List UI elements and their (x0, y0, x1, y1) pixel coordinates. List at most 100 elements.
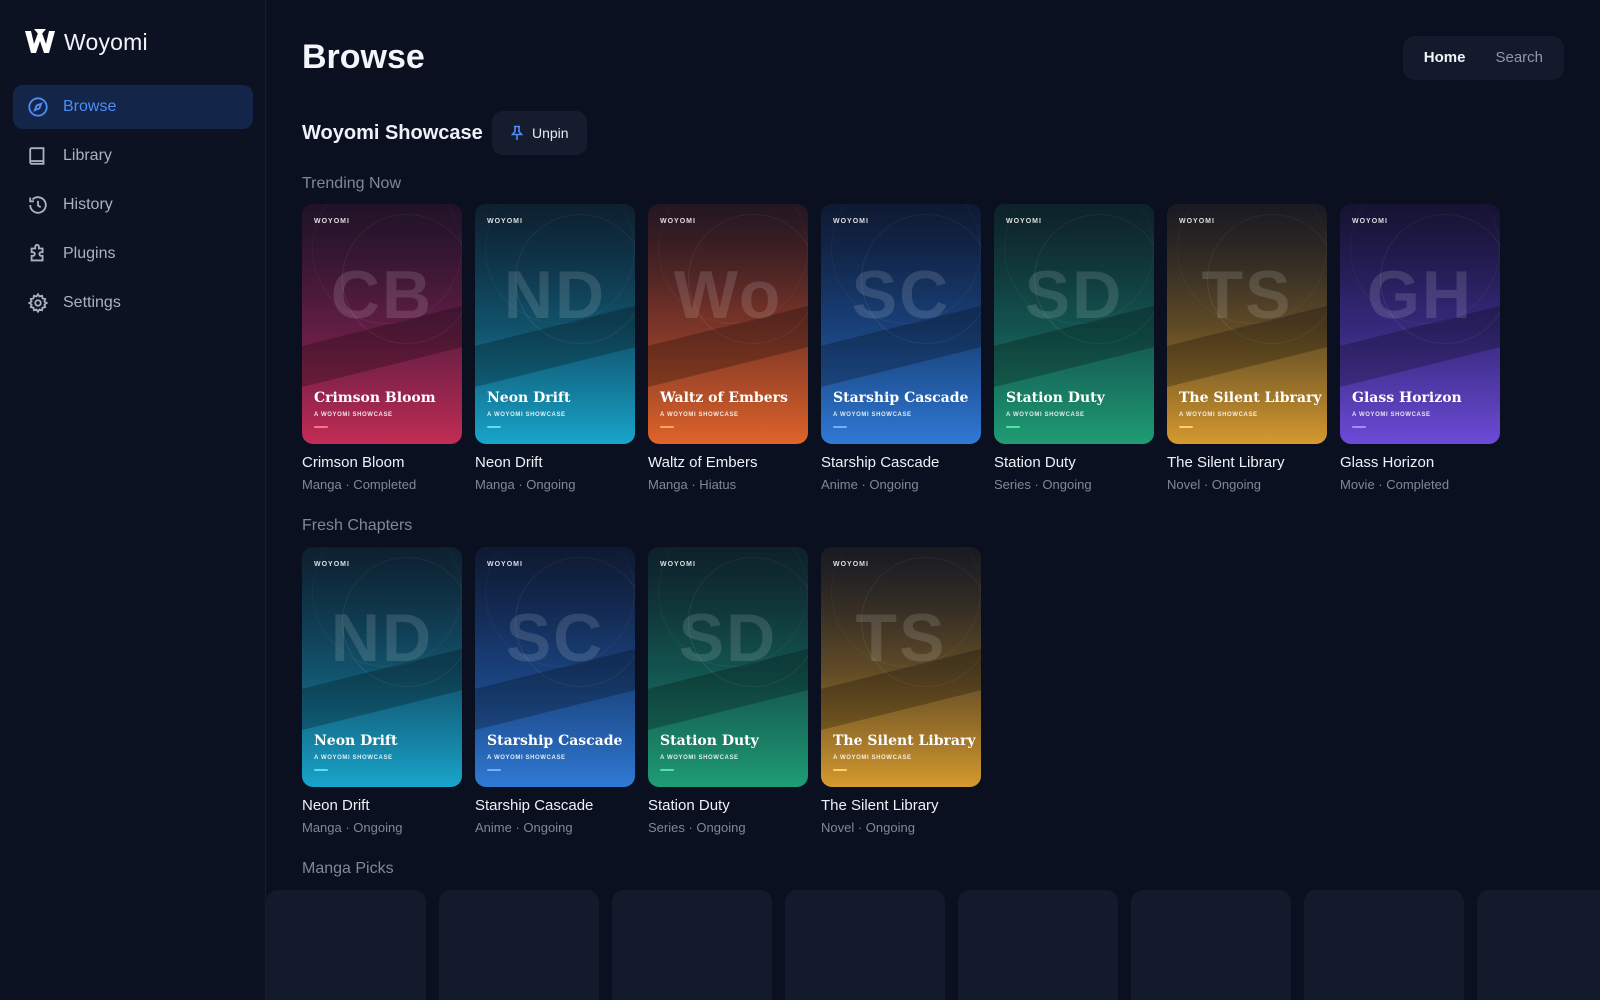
skeleton-card (439, 890, 599, 1000)
puzzle-icon (30, 243, 44, 262)
cover-brand: WOYOMI (487, 218, 523, 225)
cover-brand: WOYOMI (487, 561, 523, 568)
unpin-button[interactable]: Unpin (492, 111, 587, 155)
skeleton-card (612, 890, 772, 1000)
cover-image: WOYOMI ND Neon Drift A WOYOMI SHOWCASE (302, 547, 462, 787)
book-icon (29, 147, 45, 165)
card-title: Station Duty (994, 454, 1076, 471)
cover-brand: WOYOMI (1352, 218, 1388, 225)
section-label-trending: Trending Now (302, 175, 402, 192)
pin-icon (510, 125, 524, 140)
cover-title: Crimson Bloom (314, 390, 436, 406)
row-trending: WOYOMI CB Crimson Bloom A WOYOMI SHOWCASE Cr… (302, 204, 1500, 492)
card-meta: Anime · Ongoing (475, 820, 573, 835)
cover-image: WOYOMI CB Crimson Bloom A WOYOMI SHOWCASE (302, 204, 462, 444)
history-icon (29, 196, 47, 214)
sidebar-item-settings[interactable]: Settings (13, 281, 253, 325)
cover-monogram: Wo (673, 257, 783, 333)
card-meta: Manga · Hiatus (648, 477, 737, 492)
cover-title: Starship Cascade (833, 390, 969, 406)
skeleton-card (1304, 890, 1464, 1000)
app-logo[interactable]: Woyomi (24, 28, 148, 56)
media-card[interactable]: WOYOMI SD Station Duty A WOYOMI SHOWCASE Sta… (648, 547, 808, 835)
media-card[interactable]: WOYOMI CB Crimson Bloom A WOYOMI SHOWCASE Cr… (302, 204, 462, 492)
cover-brand: WOYOMI (314, 561, 350, 568)
sidebar-item-label: History (63, 196, 113, 213)
cover-monogram: ND (330, 600, 434, 676)
cover-accent-line (660, 769, 674, 771)
skeleton-card (266, 890, 426, 1000)
cover-monogram: TS (855, 600, 947, 676)
cover-brand: WOYOMI (660, 561, 696, 568)
cover-accent-line (487, 769, 501, 771)
sidebar-nav: Browse Library History Plugins Settings (13, 85, 253, 330)
sidebar-item-browse[interactable]: Browse (13, 85, 253, 129)
cover-title: The Silent Library (833, 733, 976, 749)
row-fresh: WOYOMI ND Neon Drift A WOYOMI SHOWCASE Neon … (302, 547, 981, 835)
cover-image: WOYOMI ND Neon Drift A WOYOMI SHOWCASE (475, 204, 635, 444)
media-card[interactable]: WOYOMI ND Neon Drift A WOYOMI SHOWCASE Neon … (302, 547, 462, 835)
cover-accent-line (1006, 426, 1020, 428)
cover-monogram: SC (505, 600, 605, 676)
cover-image: WOYOMI TS The Silent Library A WOYOMI SHOWC… (821, 547, 981, 787)
sidebar-item-label: Settings (63, 294, 121, 311)
sidebar-item-history[interactable]: History (13, 183, 253, 227)
card-meta: Manga · Ongoing (302, 820, 403, 835)
cover-monogram: GH (1367, 257, 1473, 333)
cover-title: The Silent Library (1179, 390, 1322, 406)
cover-accent-line (833, 769, 847, 771)
section-label-manga-picks: Manga Picks (302, 860, 394, 877)
skeleton-card (1131, 890, 1291, 1000)
card-title: Neon Drift (475, 454, 543, 471)
media-card[interactable]: WOYOMI SC Starship Cascade A WOYOMI SHOWCAS… (475, 547, 635, 835)
card-meta: Series · Ongoing (994, 477, 1092, 492)
cover-monogram: CB (330, 257, 434, 333)
unpin-label: Unpin (532, 125, 569, 141)
cover-title: Neon Drift (314, 733, 398, 749)
cover-monogram: TS (1201, 257, 1293, 333)
compass-icon (28, 97, 48, 117)
cover-brand: WOYOMI (1006, 218, 1042, 225)
card-title: The Silent Library (1167, 454, 1285, 471)
card-meta: Series · Ongoing (648, 820, 746, 835)
cover-image: WOYOMI SD Station Duty A WOYOMI SHOWCASE (994, 204, 1154, 444)
media-card[interactable]: WOYOMI SD Station Duty A WOYOMI SHOWCASE Sta… (994, 204, 1154, 492)
section-label-fresh: Fresh Chapters (302, 517, 413, 534)
card-title: Station Duty (648, 797, 730, 814)
media-card[interactable]: WOYOMI TS The Silent Library A WOYOMI SHOWC… (1167, 204, 1327, 492)
page-title: Browse (302, 38, 425, 76)
cover-monogram: SC (851, 257, 951, 333)
tab-home[interactable]: Home (1409, 36, 1481, 80)
cover-title: Glass Horizon (1352, 390, 1462, 406)
cover-accent-line (487, 426, 501, 428)
cover-brand: WOYOMI (314, 218, 350, 225)
media-card[interactable]: WOYOMI Wo Waltz of Embers A WOYOMI SHOWCASE… (648, 204, 808, 492)
sidebar: Woyomi Browse Library History Plugins Se… (0, 0, 266, 1000)
media-card[interactable]: WOYOMI TS The Silent Library A WOYOMI SHOWC… (821, 547, 981, 835)
cover-subtitle: A WOYOMI SHOWCASE (1006, 412, 1085, 418)
media-card[interactable]: WOYOMI ND Neon Drift A WOYOMI SHOWCASE Neon … (475, 204, 635, 492)
cover-accent-line (1352, 426, 1366, 428)
cover-monogram: ND (503, 257, 607, 333)
cover-title: Station Duty (660, 733, 759, 749)
tab-search[interactable]: Search (1480, 36, 1558, 80)
cover-subtitle: A WOYOMI SHOWCASE (1179, 412, 1258, 418)
sidebar-item-library[interactable]: Library (13, 134, 253, 178)
cover-subtitle: A WOYOMI SHOWCASE (833, 412, 912, 418)
cover-image: WOYOMI SC Starship Cascade A WOYOMI SHOWCAS… (475, 547, 635, 787)
cover-image: WOYOMI SC Starship Cascade A WOYOMI SHOWCAS… (821, 204, 981, 444)
cover-accent-line (314, 769, 328, 771)
card-title: Starship Cascade (821, 454, 940, 471)
sidebar-item-plugins[interactable]: Plugins (13, 232, 253, 276)
skeleton-card (958, 890, 1118, 1000)
cover-subtitle: A WOYOMI SHOWCASE (660, 755, 739, 761)
cover-subtitle: A WOYOMI SHOWCASE (314, 755, 393, 761)
row-manga-picks-loading (266, 890, 1600, 1000)
cover-brand: WOYOMI (833, 561, 869, 568)
media-card[interactable]: WOYOMI SC Starship Cascade A WOYOMI SHOWCAS… (821, 204, 981, 492)
cover-subtitle: A WOYOMI SHOWCASE (1352, 412, 1431, 418)
sidebar-item-label: Plugins (63, 245, 116, 262)
card-meta: Anime · Ongoing (821, 477, 919, 492)
cover-accent-line (833, 426, 847, 428)
media-card[interactable]: WOYOMI GH Glass Horizon A WOYOMI SHOWCASE Gl… (1340, 204, 1500, 492)
